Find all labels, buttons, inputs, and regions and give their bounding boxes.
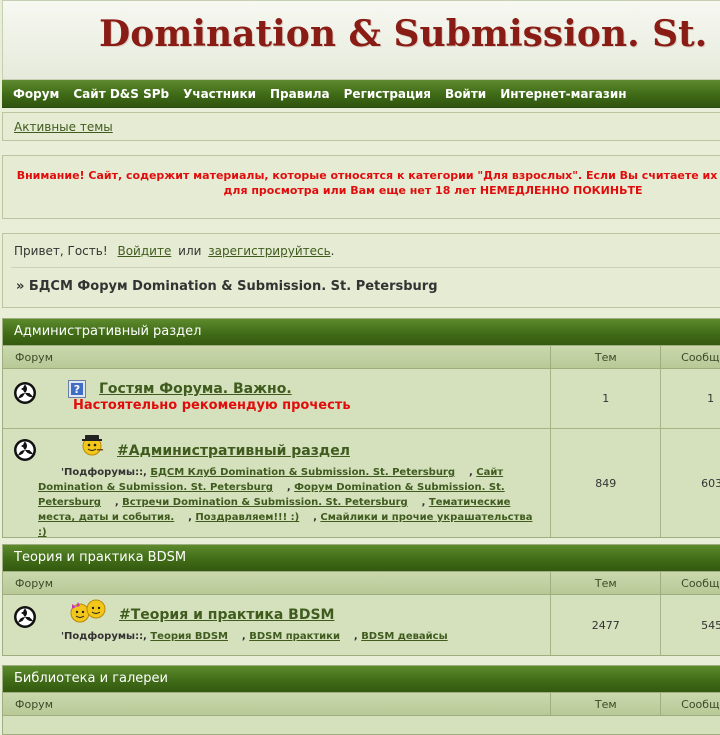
site-logo[interactable]: Domination & Submission. St. Petersburg [99, 13, 720, 55]
site-header: Domination & Submission. St. Petersburg [2, 0, 720, 80]
smiley-hat-icon [82, 435, 103, 456]
bdsm-triskele-icon [14, 439, 36, 461]
forum-description: Настоятельно рекомендую прочесть [73, 398, 351, 413]
greeting-divider [11, 267, 720, 268]
col-forum: Форум [3, 693, 552, 715]
register-link[interactable]: зарегистрируйтесь [208, 244, 330, 258]
svg-text:?: ? [74, 383, 80, 396]
category-library: Библиотека и галереи Форум Тем Сообщ [2, 665, 720, 735]
forum-cell: ? Гостям Форума. Важно. Настоятельно рек… [3, 369, 552, 428]
col-topics: Тем [551, 346, 662, 368]
breadcrumb[interactable]: » БДСМ Форум Domination & Submission. St… [16, 279, 438, 294]
category-title[interactable]: Библиотека и галереи [3, 666, 720, 692]
nav-item-members[interactable]: Участники [176, 87, 263, 101]
greeting-dot: . [330, 244, 335, 258]
nav-item-shop[interactable]: Интернет-магазин [493, 87, 633, 101]
forum-posts-count: 603 [701, 476, 720, 490]
main-nav: Форум Сайт D&S SPb Участники Правила Рег… [2, 80, 720, 108]
forum-row: ? Гостям Форума. Важно. Настоятельно рек… [3, 369, 720, 429]
nav-item-login[interactable]: Войти [438, 87, 493, 101]
subforums-label: 'Подфорумы::, [61, 631, 147, 642]
subforum-link[interactable]: Встречи Domination & Submission. St. Pet… [122, 497, 408, 508]
forum-cell: #Административный раздел 'Подфорумы::, Б… [3, 429, 552, 538]
adult-warning: Внимание! Сайт, содержит материалы, кото… [2, 155, 720, 219]
warning-line-1: Внимание! Сайт, содержит материалы, кото… [16, 169, 718, 182]
greeting-or: или [178, 244, 202, 258]
subforum-link[interactable]: Поздравляем!!! :) [195, 512, 299, 523]
column-header: Форум Тем Сообщ [3, 692, 720, 716]
col-posts: Сообщ [681, 577, 720, 590]
forum-topics-count: 2477 [551, 595, 662, 655]
warning-line-2: для просмотра или Вам еще нет 18 лет НЕМ… [223, 184, 643, 197]
active-topics-link[interactable]: Активные темы [14, 120, 113, 134]
col-topics: Тем [551, 572, 662, 594]
forum-posts-count: 1 [707, 392, 715, 405]
col-topics: Тем [551, 693, 662, 715]
forum-title[interactable]: #Теория и практика BDSM [119, 607, 334, 623]
nav-item-forum[interactable]: Форум [6, 87, 66, 101]
column-header: Форум Тем Сообщ [3, 345, 720, 369]
bdsm-triskele-icon [14, 382, 36, 404]
subforum-link[interactable]: Теория BDSM [150, 631, 228, 642]
greeting-row: Привет, Гость! Войдите или зарегистрируй… [14, 244, 335, 258]
subforum-link[interactable]: BDSM практики [249, 631, 340, 642]
forum-row: #Административный раздел 'Подфорумы::, Б… [3, 429, 720, 538]
category-theory: Теория и практика BDSM Форум Тем Сообщ #… [2, 544, 720, 656]
col-forum: Форум [3, 572, 552, 594]
subforums-list: 'Подфорумы::, Теория BDSM , BDSM практик… [61, 631, 448, 642]
smiley-couple-icon [70, 599, 106, 623]
col-forum: Форум [3, 346, 552, 368]
login-link[interactable]: Войдите [117, 244, 171, 258]
subforums-label: 'Подфорумы::, [61, 467, 147, 478]
nav-item-rules[interactable]: Правила [263, 87, 337, 101]
subforum-link[interactable]: BDSM девайсы [361, 631, 447, 642]
question-mark-icon: ? [68, 380, 86, 398]
nav-item-site[interactable]: Сайт D&S SPb [66, 87, 176, 101]
forum-title[interactable]: Гостям Форума. Важно. [99, 381, 292, 397]
category-admin: Административный раздел Форум Тем Сообщ … [2, 318, 720, 538]
col-posts: Сообщ [681, 698, 720, 711]
col-posts: Сообщ [681, 351, 720, 364]
forum-topics-count: 849 [551, 429, 662, 537]
nav-item-register[interactable]: Регистрация [337, 87, 438, 101]
forum-cell: #Теория и практика BDSM 'Подфорумы::, Те… [3, 595, 552, 655]
forum-posts-count: 545 [701, 618, 720, 632]
subforum-link[interactable]: БДСМ Клуб Domination & Submission. St. P… [150, 467, 455, 478]
forum-topics-count: 1 [551, 369, 662, 428]
forum-row: #Теория и практика BDSM 'Подфорумы::, Те… [3, 595, 720, 655]
category-title[interactable]: Теория и практика BDSM [3, 545, 720, 571]
bdsm-triskele-icon [14, 606, 36, 628]
greeting-box: Привет, Гость! Войдите или зарегистрируй… [2, 233, 720, 308]
greeting-text: Привет, Гость! [14, 244, 108, 258]
subforums-list: 'Подфорумы::, БДСМ Клуб Domination & Sub… [38, 467, 533, 538]
forum-title[interactable]: #Административный раздел [117, 443, 350, 459]
column-header: Форум Тем Сообщ [3, 571, 720, 595]
category-title[interactable]: Административный раздел [3, 319, 720, 345]
active-topics-box: Активные темы [2, 112, 720, 141]
